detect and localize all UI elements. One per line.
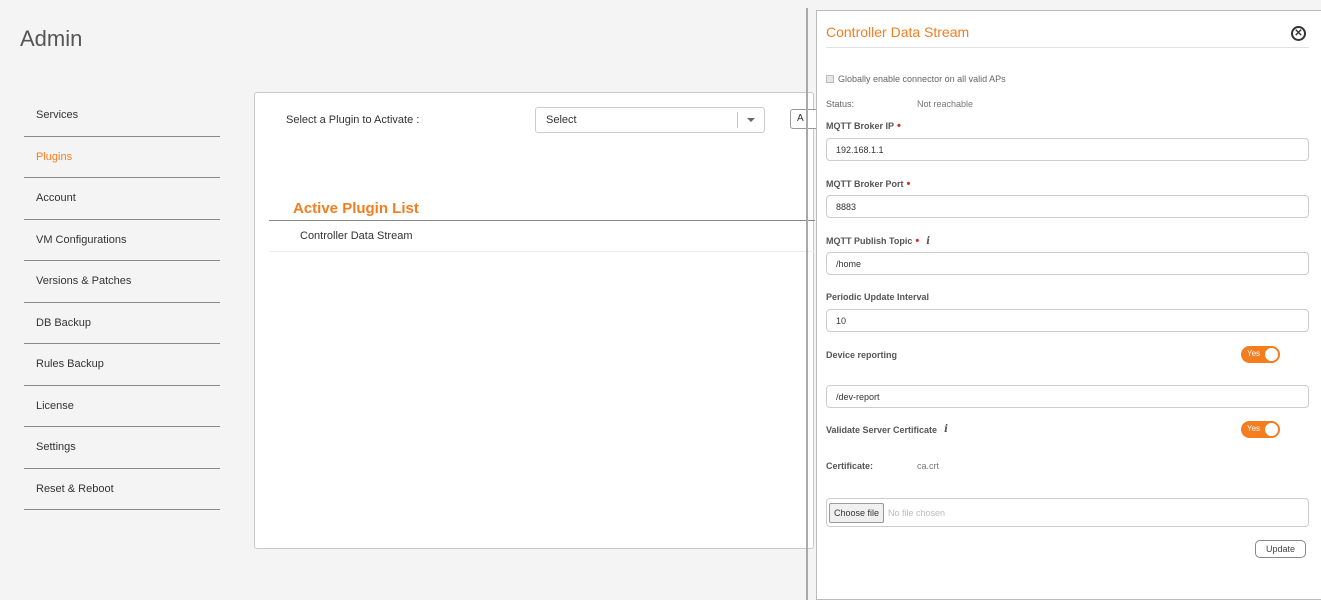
active-plugin-list-title: Active Plugin List [293, 200, 419, 217]
select-divider [737, 112, 738, 128]
sidebar-item-db-backup[interactable]: DB Backup [24, 303, 220, 344]
required-marker: • [906, 178, 911, 190]
page-title: Admin [20, 26, 83, 51]
broker-ip-input[interactable]: 192.168.1.1 [826, 138, 1309, 161]
no-file-text: No file chosen [888, 507, 946, 518]
sidebar-item-plugins[interactable]: Plugins [24, 137, 220, 178]
broker-ip-label-text: MQTT Broker IP [826, 121, 895, 131]
certificate-label: Certificate: [826, 461, 874, 471]
publish-topic-input[interactable]: /home [826, 252, 1309, 275]
certificate-value: ca.crt [917, 461, 940, 471]
certificate-row: Certificate: ca.crt [826, 461, 939, 471]
plugin-config-drawer: Controller Data Stream ✕ Globally enable… [816, 10, 1321, 600]
list-item[interactable]: Controller Data Stream [269, 222, 815, 252]
periodic-interval-label: Periodic Update Interval [826, 292, 929, 302]
broker-port-label: MQTT Broker Port • [826, 178, 910, 190]
toggle-text: Yes [1247, 349, 1261, 358]
sidebar-item-reset-reboot[interactable]: Reset & Reboot [24, 469, 220, 510]
close-icon[interactable]: ✕ [1291, 26, 1306, 41]
sidebar-item-services[interactable]: Services [24, 95, 220, 137]
toggle-knob [1265, 423, 1278, 436]
publish-topic-label-text: MQTT Publish Topic [826, 236, 913, 246]
broker-port-label-text: MQTT Broker Port [826, 179, 904, 189]
validate-cert-toggle[interactable]: Yes [1241, 421, 1280, 438]
plugin-select-label: Select a Plugin to Activate : [286, 114, 420, 126]
sidebar-item-account[interactable]: Account [24, 178, 220, 220]
validate-cert-label-text: Validate Server Certificate [826, 424, 938, 435]
broker-port-input[interactable]: 8883 [826, 195, 1309, 218]
status-value: Not reachable [917, 99, 974, 109]
sidebar-item-vm-configurations[interactable]: VM Configurations [24, 220, 220, 261]
admin-sidebar: Services Plugins Account VM Configuratio… [24, 95, 220, 510]
global-enable-label: Globally enable connector on all valid A… [838, 74, 1006, 84]
toggle-text: Yes [1247, 424, 1261, 433]
required-marker: • [897, 120, 901, 132]
broker-ip-value: 192.168.1.1 [836, 144, 884, 155]
device-reporting-toggle[interactable]: Yes [1241, 346, 1280, 363]
required-marker: • [915, 235, 920, 247]
sidebar-item-versions-patches[interactable]: Versions & Patches [24, 261, 220, 303]
chevron-down-icon [747, 118, 755, 122]
plugin-select[interactable]: Select [535, 107, 765, 133]
toggle-knob [1265, 348, 1278, 361]
broker-ip-label: MQTT Broker IP • [826, 120, 901, 132]
global-enable-checkbox[interactable] [826, 75, 834, 83]
list-divider [269, 220, 815, 221]
validate-cert-label: Validate Server Certificate i [826, 424, 948, 435]
device-report-topic-value: /dev-report [836, 391, 880, 402]
plugins-panel: Select a Plugin to Activate : Select A A… [254, 92, 820, 549]
status-row: Status: Not reachable [826, 99, 973, 109]
sidebar-item-license[interactable]: License [24, 386, 220, 427]
certificate-file-picker: Choose file No file chosen [826, 498, 1309, 527]
info-icon[interactable]: i [926, 236, 930, 247]
global-enable-row[interactable]: Globally enable connector on all valid A… [826, 74, 1006, 84]
publish-topic-value: /home [836, 258, 862, 269]
sidebar-item-settings[interactable]: Settings [24, 427, 220, 469]
device-reporting-label: Device reporting [826, 350, 897, 360]
periodic-interval-label-text: Periodic Update Interval [826, 292, 930, 302]
device-report-topic-input[interactable]: /dev-report [826, 385, 1309, 408]
device-reporting-label-text: Device reporting [826, 350, 898, 360]
title-divider [826, 47, 1309, 48]
status-label: Status: [826, 99, 855, 109]
periodic-interval-value: 10 [836, 315, 847, 326]
drawer-title: Controller Data Stream [826, 24, 970, 40]
sidebar-item-rules-backup[interactable]: Rules Backup [24, 344, 220, 386]
plugin-select-value: Select [546, 114, 577, 126]
periodic-interval-input[interactable]: 10 [826, 309, 1309, 332]
choose-file-button[interactable]: Choose file [829, 502, 885, 523]
update-button[interactable]: Update [1255, 540, 1306, 558]
publish-topic-label: MQTT Publish Topic • i [826, 235, 930, 247]
broker-port-value: 8883 [836, 201, 857, 212]
panel-divider [806, 8, 808, 600]
info-icon[interactable]: i [944, 424, 948, 435]
